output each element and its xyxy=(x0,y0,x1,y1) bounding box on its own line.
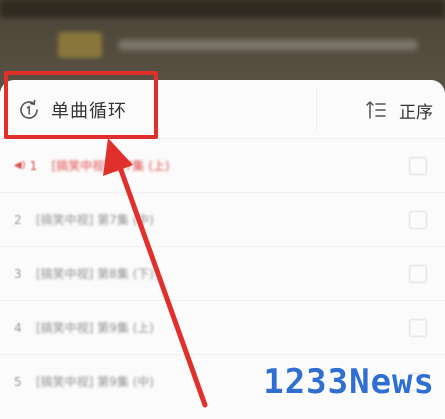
background-thumbnail xyxy=(58,32,102,58)
sort-order-label: 正序 xyxy=(399,102,433,123)
playlist-row[interactable]: 2 [搞笑中视] 第7集 (中) xyxy=(0,192,445,246)
remove-item-icon[interactable] xyxy=(409,157,427,175)
sort-ascending-icon xyxy=(365,99,387,121)
row-number: 4 xyxy=(14,320,22,335)
row-title: [搞笑中视] 第7集 (中) xyxy=(36,213,154,227)
watermark: 1233News xyxy=(263,362,435,402)
row-title: [搞笑中视] 第9集 (上) xyxy=(36,321,154,335)
background-top-bar xyxy=(0,0,445,18)
row-number: 3 xyxy=(14,266,22,281)
row-number: 5 xyxy=(14,374,22,389)
playlist-row[interactable]: 3 [搞笑中视] 第8集 (下) xyxy=(0,246,445,300)
row-title: [搞笑中视] 第7集 (上) xyxy=(51,159,170,173)
remove-item-icon[interactable] xyxy=(409,265,427,283)
remove-item-icon[interactable] xyxy=(409,319,427,337)
playlist-row[interactable]: ◀) 1 [搞笑中视] 第7集 (上) xyxy=(0,138,445,192)
row-title: [搞笑中视] 第8集 (下) xyxy=(36,267,154,281)
now-playing-icon: ◀) xyxy=(14,160,26,171)
row-number: 2 xyxy=(14,212,22,227)
annotation-highlight-box xyxy=(4,71,158,139)
row-title: [搞笑中视] 第9集 (中) xyxy=(36,375,154,389)
background-text xyxy=(118,40,418,50)
row-number: 1 xyxy=(29,158,38,173)
playlist-row[interactable]: 4 [搞笑中视] 第9集 (上) xyxy=(0,300,445,354)
header-divider xyxy=(316,88,317,130)
sort-order-button[interactable]: 正序 xyxy=(365,96,433,124)
remove-item-icon[interactable] xyxy=(409,211,427,229)
